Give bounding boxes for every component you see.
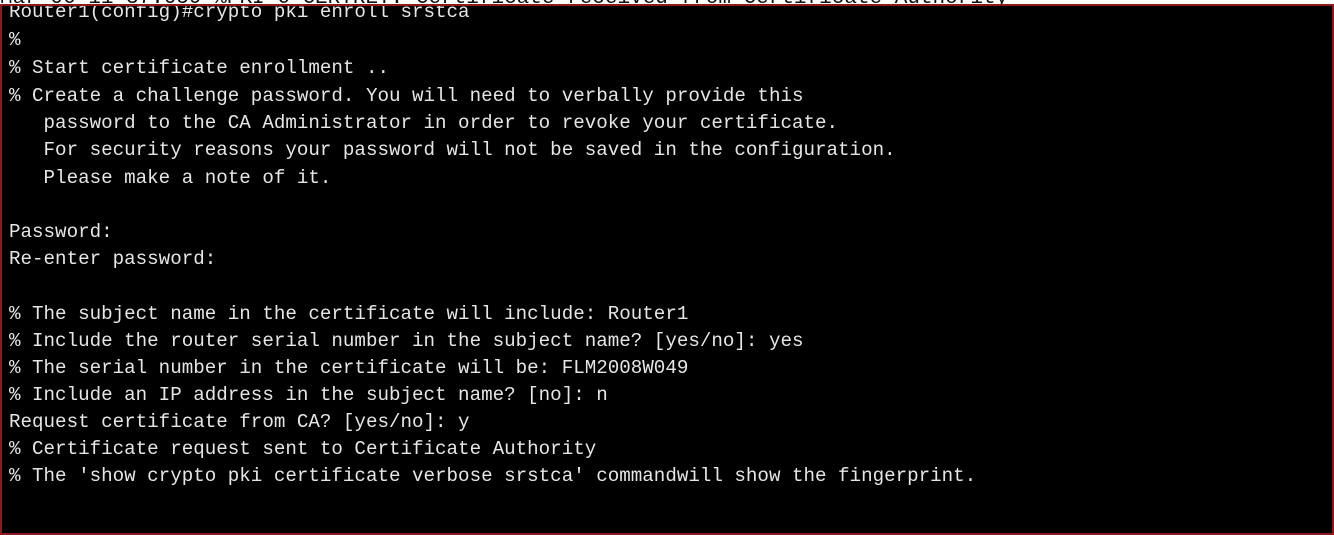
terminal-line: Re-enter password: — [9, 248, 217, 270]
terminal-line: % Certificate request sent to Certificat… — [9, 438, 597, 460]
terminal-line: Password: — [9, 221, 113, 243]
terminal-line: % Start certificate enrollment .. — [9, 57, 389, 79]
terminal-line: For security reasons your password will … — [9, 139, 896, 161]
terminal-line: % Include the router serial number in th… — [9, 330, 804, 352]
terminal-window[interactable]: Router1(config)#crypto pki enroll srstca… — [0, 4, 1334, 535]
terminal-line: password to the CA Administrator in orde… — [9, 112, 839, 134]
terminal-line: % The serial number in the certificate w… — [9, 357, 689, 379]
terminal-line: % Create a challenge password. You will … — [9, 85, 804, 107]
terminal-line: % — [9, 29, 21, 51]
terminal-line: % Include an IP address in the subject n… — [9, 384, 608, 406]
terminal-line: Please make a note of it. — [9, 167, 332, 189]
terminal-line: Request certificate from CA? [yes/no]: y — [9, 411, 470, 433]
terminal-line: % The subject name in the certificate wi… — [9, 303, 689, 325]
terminal-line: Router1(config)#crypto pki enroll srstca — [9, 4, 470, 23]
terminal-line: % The 'show crypto pki certificate verbo… — [9, 465, 977, 487]
